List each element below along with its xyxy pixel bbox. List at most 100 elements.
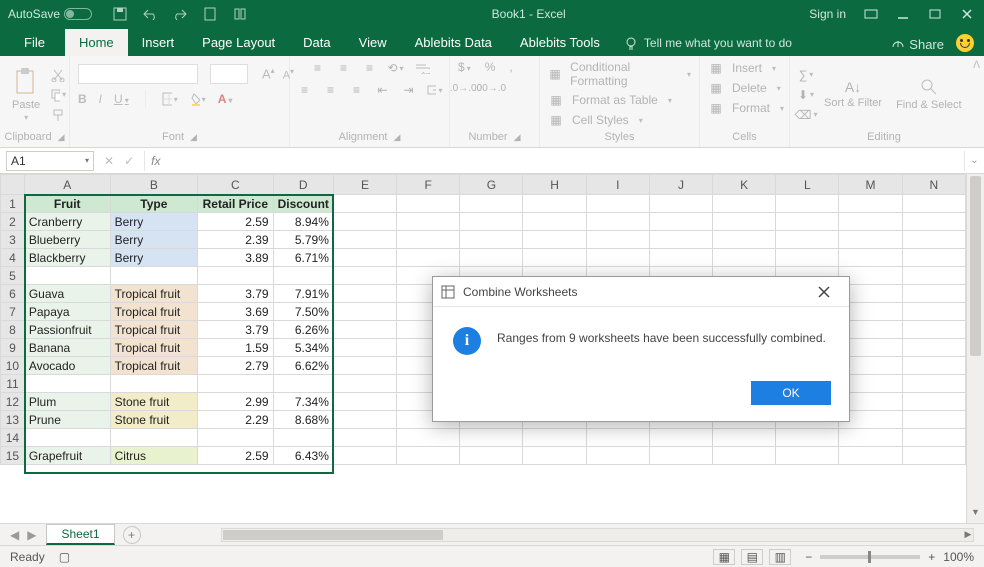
cell-N10[interactable] [902,357,965,375]
cell-B5[interactable] [110,267,197,285]
cell-B1[interactable]: Type [110,195,197,213]
clipboard-launcher-icon[interactable]: ◢ [58,132,65,143]
align-top-icon[interactable]: ≡ [310,60,326,76]
indent-dec-icon[interactable]: ⇤ [375,82,391,98]
tab-view[interactable]: View [345,29,401,56]
cell-F14[interactable] [397,429,460,447]
formula-input[interactable] [166,151,964,171]
cell-N6[interactable] [902,285,965,303]
cell-N12[interactable] [902,393,965,411]
cell-A7[interactable]: Papaya [24,303,110,321]
align-center-icon[interactable]: ≡ [323,82,339,98]
cell-B10[interactable]: Tropical fruit [110,357,197,375]
cell-N3[interactable] [902,231,965,249]
column-header-L[interactable]: L [776,175,839,195]
cell-E9[interactable] [333,339,396,357]
cell-D1[interactable]: Discount [273,195,333,213]
align-right-icon[interactable]: ≡ [349,82,365,98]
cell-B15[interactable]: Citrus [110,447,197,465]
cell-L1[interactable] [776,195,839,213]
column-header-J[interactable]: J [649,175,712,195]
normal-view-icon[interactable]: ▦ [713,549,735,565]
cell-A10[interactable]: Avocado [24,357,110,375]
cell-B12[interactable]: Stone fruit [110,393,197,411]
redo-icon[interactable] [172,6,188,22]
cell-N7[interactable] [902,303,965,321]
cell-E6[interactable] [333,285,396,303]
row-header-9[interactable]: 9 [1,339,25,357]
cell-C13[interactable]: 2.29 [198,411,273,429]
tell-me[interactable]: Tell me what you want to do [624,36,792,56]
cell-E2[interactable] [333,213,396,231]
cell-C2[interactable]: 2.59 [198,213,273,231]
cell-H4[interactable] [523,249,586,267]
align-left-icon[interactable]: ≡ [297,82,313,98]
tab-ablebits-data[interactable]: Ablebits Data [401,29,506,56]
row-header-3[interactable]: 3 [1,231,25,249]
fill-color-icon[interactable] [190,91,206,107]
cell-N15[interactable] [902,447,965,465]
select-all-button[interactable] [1,175,25,195]
currency-button[interactable]: $ [458,60,471,74]
share-button[interactable]: Share [883,33,952,56]
font-name-input[interactable] [78,64,198,84]
tab-home[interactable]: Home [65,29,128,56]
cancel-formula-icon[interactable]: ✕ [104,154,114,168]
cell-E8[interactable] [333,321,396,339]
tab-file[interactable]: File [10,29,59,56]
cell-D13[interactable]: 8.68% [273,411,333,429]
zoom-slider[interactable] [820,555,920,559]
cell-A5[interactable] [24,267,110,285]
cell-I3[interactable] [586,231,649,249]
cell-A13[interactable]: Prune [24,411,110,429]
cell-M1[interactable] [839,195,902,213]
cell-K3[interactable] [713,231,776,249]
column-header-K[interactable]: K [713,175,776,195]
align-bottom-icon[interactable]: ≡ [362,60,378,76]
cell-B9[interactable]: Tropical fruit [110,339,197,357]
cell-D6[interactable]: 7.91% [273,285,333,303]
cell-L3[interactable] [776,231,839,249]
touch-icon[interactable] [232,6,248,22]
zoom-level[interactable]: 100% [943,550,974,564]
column-header-C[interactable]: C [198,175,273,195]
paste-button[interactable]: Paste ▾ [8,65,44,124]
column-header-F[interactable]: F [397,175,460,195]
comma-button[interactable]: , [509,60,512,74]
sort-filter-button[interactable]: A↓ Sort & Filter [820,77,886,111]
wrap-text-icon[interactable] [414,60,430,76]
column-header-D[interactable]: D [273,175,333,195]
row-header-15[interactable]: 15 [1,447,25,465]
cell-G2[interactable] [460,213,523,231]
cell-B14[interactable] [110,429,197,447]
cell-E13[interactable] [333,411,396,429]
next-sheet-icon[interactable]: ▶ [27,528,36,542]
column-header-M[interactable]: M [839,175,902,195]
cell-E7[interactable] [333,303,396,321]
cell-K1[interactable] [713,195,776,213]
cell-C8[interactable]: 3.79 [198,321,273,339]
cell-N1[interactable] [902,195,965,213]
cell-C5[interactable] [198,267,273,285]
cell-H15[interactable] [523,447,586,465]
row-header-7[interactable]: 7 [1,303,25,321]
cell-H3[interactable] [523,231,586,249]
cell-E14[interactable] [333,429,396,447]
cell-D2[interactable]: 8.94% [273,213,333,231]
cell-B4[interactable]: Berry [110,249,197,267]
cell-C15[interactable]: 2.59 [198,447,273,465]
cell-J4[interactable] [649,249,712,267]
cell-E10[interactable] [333,357,396,375]
cell-D12[interactable]: 7.34% [273,393,333,411]
cell-F3[interactable] [397,231,460,249]
new-sheet-button[interactable]: + [123,526,141,544]
cell-E15[interactable] [333,447,396,465]
format-as-table-button[interactable]: ▦Format as Table [548,92,672,108]
cell-D15[interactable]: 6.43% [273,447,333,465]
clear-icon[interactable]: ⌫ [798,107,814,123]
zoom-out-button[interactable]: − [805,550,812,564]
cell-M2[interactable] [839,213,902,231]
signin-link[interactable]: Sign in [809,7,846,21]
cell-N13[interactable] [902,411,965,429]
cell-C10[interactable]: 2.79 [198,357,273,375]
